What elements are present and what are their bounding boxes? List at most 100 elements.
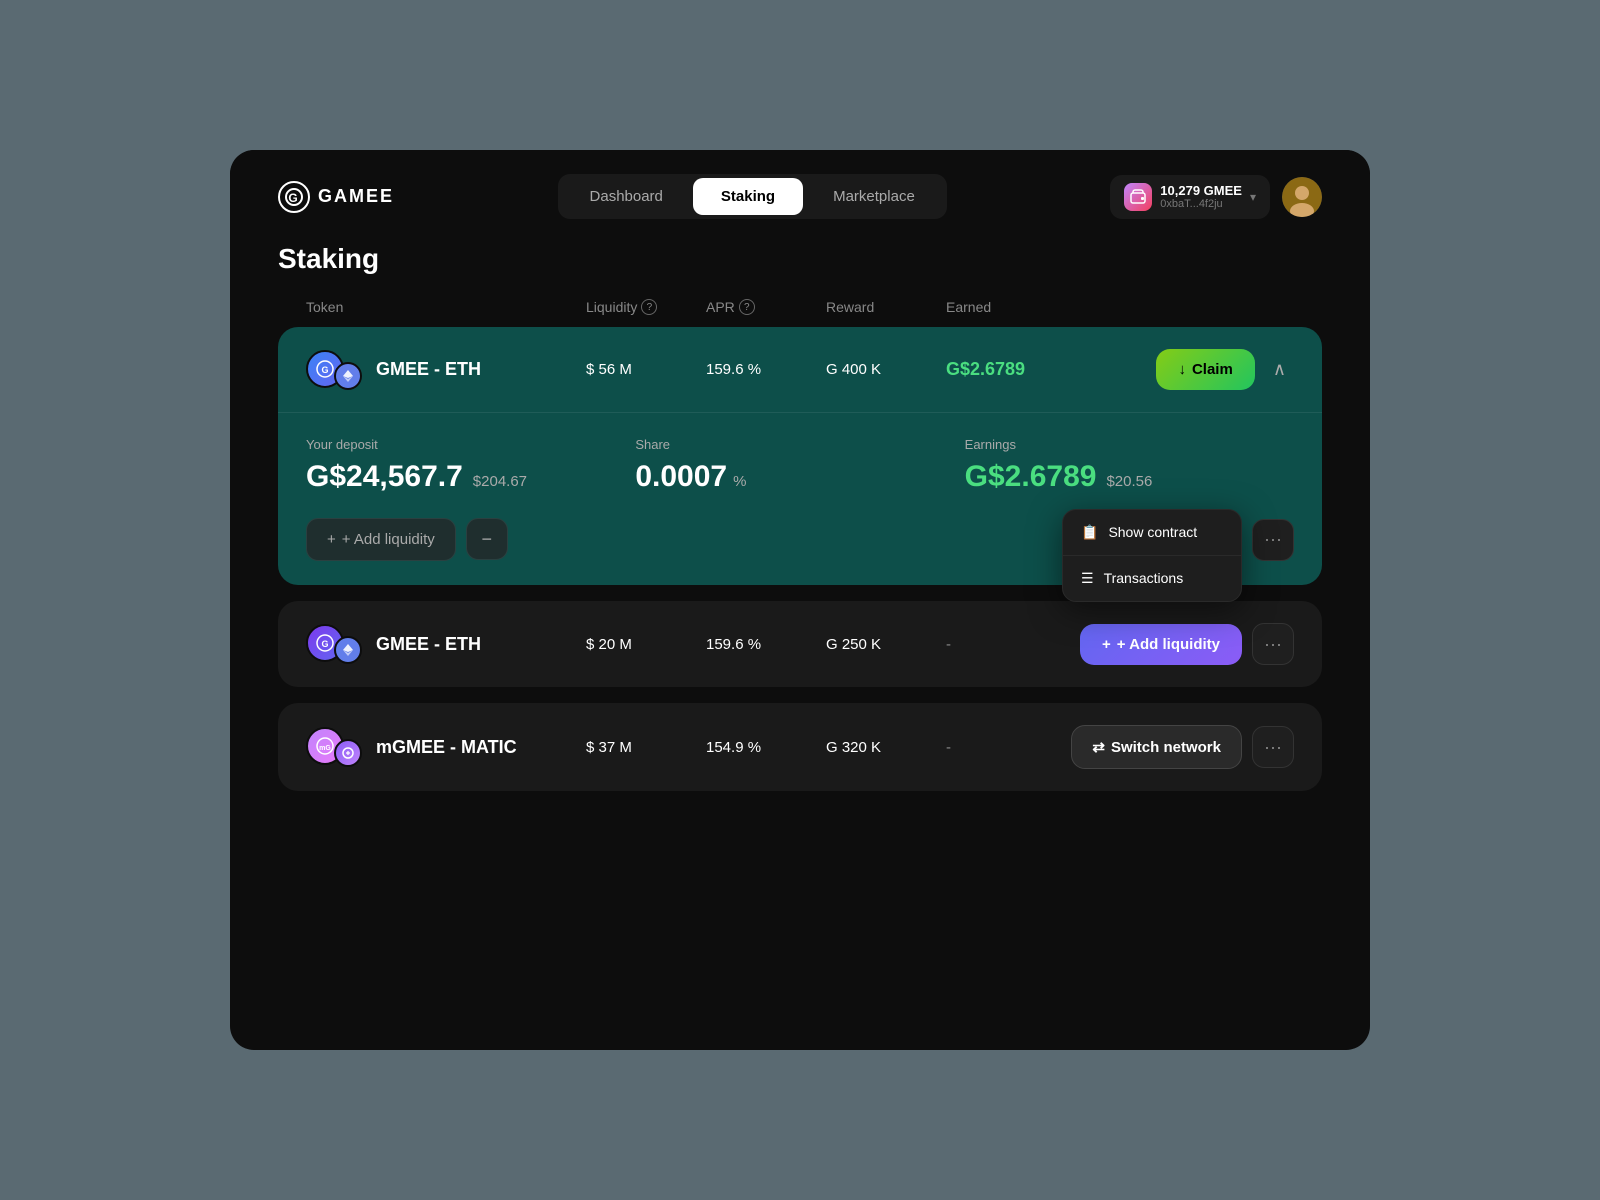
add-liquidity-button-2[interactable]: + + Add liquidity [1080,624,1242,665]
plus-icon-1: + [327,531,336,548]
deposit-value: G$24,567.7 [306,460,463,494]
claim-button[interactable]: ↓ Claim [1156,349,1254,390]
liquidity-3: $ 37 M [586,739,706,756]
deposit-col: Your deposit G$24,567.7 $204.67 [306,437,635,494]
token-icons-3: mG [306,727,362,767]
token-info-3: mG mGMEE - MATIC [306,727,586,767]
token-icon-eth-2 [334,636,362,664]
switch-network-label: Switch network [1111,739,1221,756]
wallet-info[interactable]: 10,279 GMEE 0xbaT...4f2ju ▾ [1110,175,1270,219]
row-main-3: mG mGMEE - MATIC $ 37 M 154.9 % [278,703,1322,791]
app-container: G GAMEE Dashboard Staking Marketplace [230,150,1370,1050]
main-content: Staking Token Liquidity ? APR ? Reward E… [230,243,1370,855]
logo-icon: G [278,181,310,213]
deposit-label: Your deposit [306,437,635,452]
more-button-2[interactable]: ··· [1252,623,1294,665]
earnings-col: Earnings G$2.6789 $20.56 [965,437,1294,494]
context-show-contract[interactable]: 📋 Show contract [1063,510,1241,556]
row-main-2: G GMEE - ETH $ 20 M 159.6 % [278,601,1322,687]
logo-text: GAMEE [318,186,394,207]
token-name-3: mGMEE - MATIC [376,737,517,758]
earnings-main: G$2.6789 $20.56 [965,460,1294,494]
expanded-grid: Your deposit G$24,567.7 $204.67 Share 0.… [306,413,1294,518]
tab-staking[interactable]: Staking [693,178,803,215]
earned-3: - [946,739,1066,756]
token-icon-eth-1 [334,362,362,390]
expanded-actions: 📋 Show contract ☰ Transactions ··· [1252,519,1294,561]
apr-info-icon[interactable]: ? [739,299,755,315]
remove-button-1[interactable]: − [466,518,508,560]
deposit-main: G$24,567.7 $204.67 [306,460,635,494]
svg-text:G: G [288,191,299,205]
context-transactions[interactable]: ☰ Transactions [1063,556,1241,601]
svg-text:G: G [321,365,328,375]
row-main-1: G GMEE - ETH $ 56 M [278,327,1322,412]
expanded-bottom-left: + + Add liquidity − [306,518,508,561]
apr-3: 154.9 % [706,739,826,756]
earned-1: G$2.6789 [946,359,1066,380]
svg-text:mG: mG [319,745,331,752]
wallet-text: 10,279 GMEE 0xbaT...4f2ju [1160,183,1242,210]
share-label: Share [635,437,964,452]
wallet-icon [1124,183,1152,211]
header: G GAMEE Dashboard Staking Marketplace [230,150,1370,243]
wallet-balance: 10,279 GMEE [1160,183,1242,198]
tab-dashboard[interactable]: Dashboard [562,178,691,215]
apr-1: 159.6 % [706,361,826,378]
earned-2: - [946,636,1066,653]
th-earned: Earned [946,299,1066,315]
token-name-2: GMEE - ETH [376,634,481,655]
liquidity-1: $ 56 M [586,361,706,378]
nav-tabs: Dashboard Staking Marketplace [558,174,947,219]
contract-icon: 📋 [1081,524,1098,541]
transactions-icon: ☰ [1081,570,1094,587]
expanded-bottom: + + Add liquidity − 📋 Show contract [306,518,1294,561]
avatar[interactable] [1282,177,1322,217]
more-button-3[interactable]: ··· [1252,726,1294,768]
chevron-down-icon: ▾ [1250,190,1256,204]
svg-text:G: G [321,639,328,649]
token-info-1: G GMEE - ETH [306,350,586,390]
apr-2: 159.6 % [706,636,826,653]
liquidity-info-icon[interactable]: ? [641,299,657,315]
token-icons-2: G [306,624,362,664]
row-actions-2: + + Add liquidity ··· [1066,623,1294,665]
row-actions-1: ↓ Claim ∧ [1066,349,1294,390]
claim-label: Claim [1192,361,1233,378]
switch-network-button[interactable]: ⇄ Switch network [1071,725,1242,769]
deposit-usd: $204.67 [473,473,527,490]
share-unit: % [733,473,746,490]
context-menu: 📋 Show contract ☰ Transactions [1062,509,1242,602]
table-header: Token Liquidity ? APR ? Reward Earned [278,299,1322,315]
staking-row-3: mG mGMEE - MATIC $ 37 M 154.9 % [278,703,1322,791]
tab-marketplace[interactable]: Marketplace [805,178,943,215]
add-liquidity-button-1[interactable]: + + Add liquidity [306,518,456,561]
plus-icon-2: + [1102,636,1111,653]
row-actions-3: ⇄ Switch network ··· [1066,725,1294,769]
share-main: 0.0007 % [635,460,964,494]
add-liq-label-2: + Add liquidity [1117,636,1220,653]
th-reward: Reward [826,299,946,315]
th-token: Token [306,299,586,315]
transactions-label: Transactions [1104,570,1184,586]
claim-icon: ↓ [1178,361,1186,378]
more-button-1[interactable]: ··· [1252,519,1294,561]
liquidity-2: $ 20 M [586,636,706,653]
th-actions [1066,299,1294,315]
token-info-2: G GMEE - ETH [306,624,586,664]
earnings-value: G$2.6789 [965,460,1097,494]
token-icons-1: G [306,350,362,390]
show-contract-label: Show contract [1108,524,1197,540]
wallet-address: 0xbaT...4f2ju [1160,198,1242,210]
earnings-usd: $20.56 [1106,473,1152,490]
share-col: Share 0.0007 % [635,437,964,494]
reward-3: G 320 K [826,739,946,756]
collapse-button-1[interactable]: ∧ [1265,355,1294,384]
switch-icon: ⇄ [1092,738,1105,756]
token-name-1: GMEE - ETH [376,359,481,380]
logo: G GAMEE [278,181,394,213]
reward-2: G 250 K [826,636,946,653]
th-apr: APR ? [706,299,826,315]
row-expanded-1: Your deposit G$24,567.7 $204.67 Share 0.… [278,412,1322,585]
staking-row-2: G GMEE - ETH $ 20 M 159.6 % [278,601,1322,687]
